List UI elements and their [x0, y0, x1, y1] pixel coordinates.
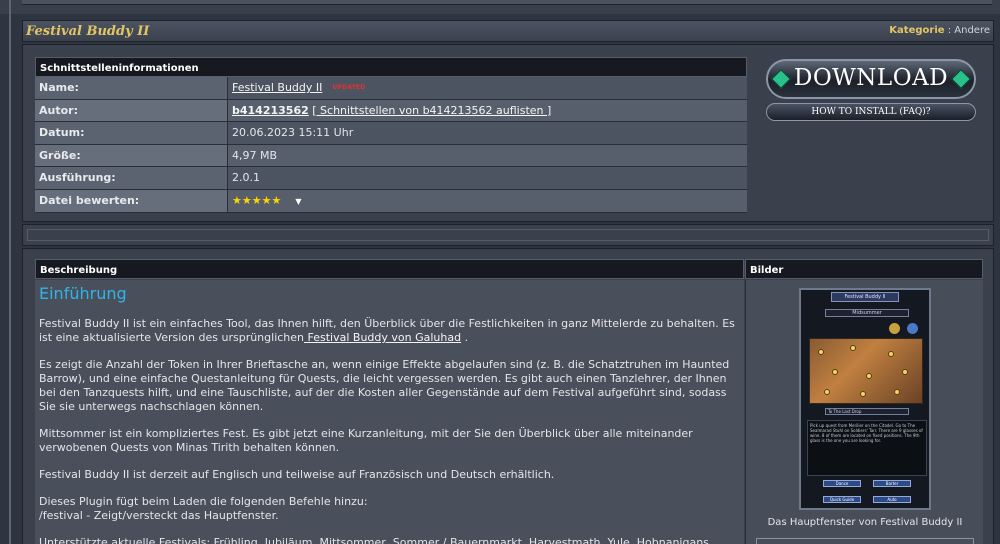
info-row-rate: Datei bewerten: ★★★★★ ▼	[35, 189, 747, 213]
info-row-author: Autor: b414213562 [ Schnittstellen von b…	[35, 99, 747, 123]
download-label: Download	[793, 65, 949, 91]
info-row-name: Name: Festival Buddy II UPDATED	[35, 77, 747, 100]
top-bar	[22, 0, 992, 5]
spacer-inner	[27, 229, 989, 241]
spacer-panel	[22, 224, 994, 246]
description-body: Einführung Festival Buddy II ist ein ein…	[35, 280, 744, 544]
shot-title: Festival Buddy II	[831, 292, 899, 302]
shot-map-dot	[902, 369, 908, 375]
info-label: Autor:	[35, 99, 228, 122]
gem-right-icon	[951, 69, 971, 89]
content-panel: Beschreibung Bilder Einführung Festival …	[22, 248, 994, 544]
desc-paragraph-1: Festival Buddy II ist ein einfaches Tool…	[39, 317, 740, 345]
second-thumbnail-frame[interactable]	[756, 538, 974, 544]
gem-left-icon	[771, 69, 791, 89]
addon-title: Festival Buddy II	[26, 24, 150, 39]
info-label: Ausführung:	[35, 167, 228, 189]
shot-dance-button: Dance	[823, 480, 861, 487]
original-addon-link[interactable]: Festival Buddy von Galuhad	[304, 331, 462, 344]
rating-widget[interactable]: ★★★★★ ▼	[228, 189, 747, 212]
info-value: 20.06.2023 15:11 Uhr	[228, 122, 747, 144]
shot-map-dot	[850, 345, 856, 351]
pictures-panel: Festival Buddy II Midsummer To The Last …	[745, 280, 983, 544]
screenshot-caption: Das Hauptfenster von Festival Buddy II	[767, 517, 963, 528]
info-row-version: Ausführung: 2.0.1	[35, 167, 747, 190]
info-row-date: Datum: 20.06.2023 15:11 Uhr	[35, 122, 747, 145]
shot-map	[809, 338, 923, 404]
desc-p5-line2: /festival - Zeigt/versteckt das Hauptfen…	[39, 509, 279, 522]
pictures-header: Bilder	[745, 259, 983, 279]
desc-p1-end: .	[461, 331, 469, 344]
rating-stars[interactable]: ★★★★★	[232, 194, 281, 207]
left-border	[9, 0, 11, 544]
info-table: Schnittstelleninformationen Name: Festiv…	[35, 57, 747, 213]
shot-barter-button: Barter	[873, 480, 911, 487]
info-label: Datei bewerten:	[35, 189, 228, 212]
shot-map-dot	[818, 349, 824, 355]
download-button[interactable]: Download	[766, 59, 976, 99]
category: Kategorie : Andere	[889, 25, 990, 36]
shot-map-dot	[894, 389, 900, 395]
info-value: 2.0.1	[228, 167, 747, 189]
category-link[interactable]: Andere	[954, 25, 990, 36]
addon-name-link[interactable]: Festival Buddy II	[232, 81, 322, 94]
info-table-header: Schnittstelleninformationen	[35, 57, 747, 77]
shot-info-icon	[907, 323, 918, 334]
updated-badge: UPDATED	[332, 84, 366, 91]
info-value: b414213562 [ Schnittstellen von b4142135…	[228, 99, 747, 122]
shot-map-dot	[888, 351, 894, 357]
shot-quest-text: Pick up quest from Merilier on the Citad…	[807, 420, 927, 476]
how-to-install-button[interactable]: How to install (FAQ)?	[766, 103, 976, 121]
author-link[interactable]: b414213562	[232, 104, 309, 117]
desc-paragraph-3: Mittsommer ist ein kompliziertes Fest. E…	[39, 427, 693, 454]
shot-map-dot	[824, 389, 830, 395]
shot-auto-button: Auto	[873, 496, 911, 503]
desc-p5-line1: Dieses Plugin fügt beim Laden die folgen…	[39, 495, 368, 508]
desc-paragraph-4: Festival Buddy II ist derzeit auf Englis…	[39, 468, 555, 481]
desc-paragraph-6: Unterstützte aktuelle Festivals: Frühlin…	[39, 536, 709, 544]
info-panel: Schnittstelleninformationen Name: Festiv…	[22, 44, 994, 222]
shot-quest-select: To The Last Drop	[825, 408, 909, 415]
shot-map-dot	[832, 369, 838, 375]
info-value: Festival Buddy II UPDATED	[228, 77, 747, 99]
category-separator: :	[944, 25, 955, 36]
category-key: Kategorie	[889, 25, 945, 36]
rating-dropdown-icon[interactable]: ▼	[295, 197, 301, 206]
shot-coin-icon	[889, 323, 900, 334]
shot-map-dot	[860, 391, 866, 397]
shot-map-dot	[866, 373, 872, 379]
info-label: Datum:	[35, 122, 228, 144]
info-label: Name:	[35, 77, 228, 99]
author-addons-link[interactable]: [ Schnittstellen von b414213562 aufliste…	[312, 104, 551, 117]
info-value: 4,97 MB	[228, 144, 747, 167]
addon-header: Festival Buddy II Kategorie : Andere	[22, 20, 994, 42]
desc-paragraph-5: Dieses Plugin fügt beim Laden die folgen…	[39, 495, 740, 523]
info-row-size: Größe: 4,97 MB	[35, 144, 747, 168]
top-strip	[0, 0, 1000, 14]
shot-quick-guide-button: Quick Guide	[823, 496, 861, 503]
info-label: Größe:	[35, 144, 228, 167]
intro-heading: Einführung	[39, 284, 127, 303]
screenshot-thumbnail[interactable]: Festival Buddy II Midsummer To The Last …	[799, 288, 931, 510]
desc-paragraph-2: Es zeigt die Anzahl der Token in Ihrer B…	[39, 358, 730, 413]
shot-select: Midsummer	[825, 309, 909, 317]
description-header: Beschreibung	[35, 259, 744, 279]
